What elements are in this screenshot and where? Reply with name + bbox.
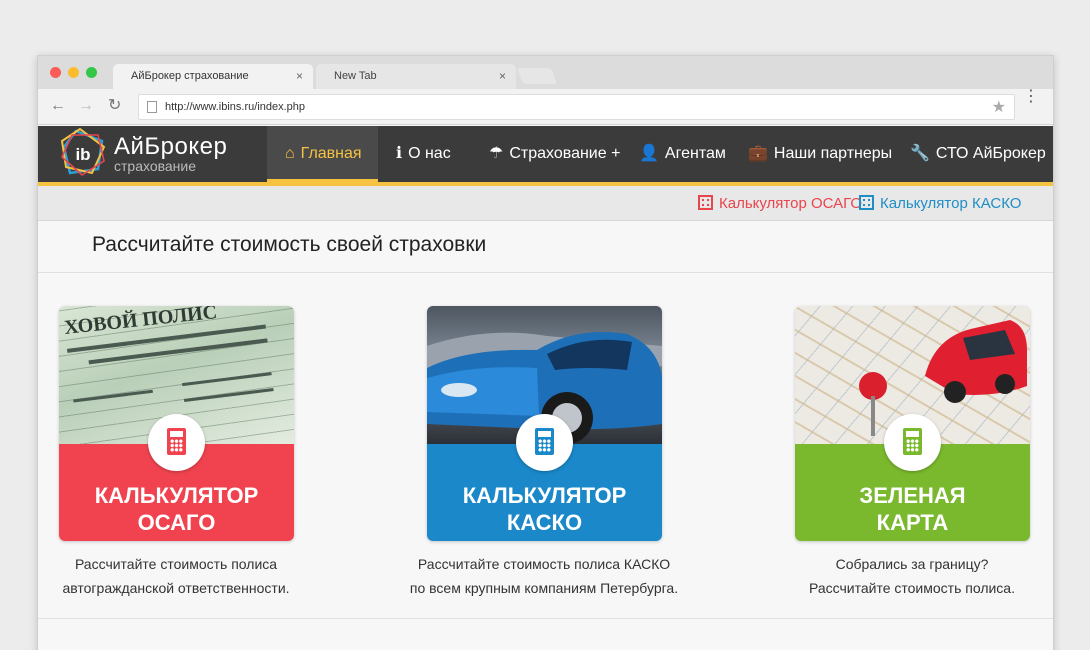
umbrella-icon: ☂: [489, 145, 504, 162]
browser-window: АйБрокер страхование × New Tab × ← → ↻ h…: [37, 55, 1054, 650]
desc-line: Собрались за границу?: [835, 556, 989, 572]
page-icon: [147, 101, 157, 113]
desc-line: Рассчитайте стоимость полиса: [74, 556, 278, 572]
brand-subtitle: страхование: [114, 158, 197, 174]
osago-description: Рассчитайте стоимость полиса автограждан…: [38, 552, 326, 600]
back-arrow-icon[interactable]: ←: [50, 97, 66, 115]
browser-toolbar: ← → ↻ http://www.ibins.ru/index.php ★ ⋮: [38, 89, 1053, 125]
desc-line: Рассчитайте стоимость полиса КАСКО: [417, 556, 671, 572]
calculator-icon: [698, 195, 713, 210]
tab-new-tab[interactable]: New Tab ×: [316, 64, 516, 89]
logo-letters: ib: [75, 145, 90, 164]
nav-partners[interactable]: 💼 Наши партнеры: [748, 126, 892, 182]
address-bar[interactable]: http://www.ibins.ru/index.php ★: [138, 94, 1015, 120]
green-card-card[interactable]: ЗЕЛЕНАЯ КАРТА: [795, 306, 1030, 541]
tab-title: АйБрокер страхование: [131, 70, 249, 82]
card-title-line2: ОСАГО: [137, 510, 216, 535]
card-title-line2: КАРТА: [876, 510, 949, 535]
forward-arrow-icon[interactable]: →: [78, 97, 94, 115]
card-title-line1: КАЛЬКУЛЯТОР: [462, 483, 627, 508]
calculator-icon: [884, 414, 941, 471]
desc-line: автогражданской ответственности.: [62, 580, 290, 596]
brand-name[interactable]: АйБрокер: [114, 133, 227, 161]
browser-menu-icon[interactable]: ⋮: [1023, 89, 1039, 105]
home-icon: ⌂: [285, 145, 295, 162]
site-header: ib АйБрокер страхование ⌂ Главная ℹО нас …: [38, 126, 1053, 182]
kasko-card[interactable]: КАЛЬКУЛЯТОР КАСКО: [427, 306, 662, 541]
green-card-description: Собрались за границу? Рассчитайте стоимо…: [762, 552, 1053, 600]
nav-agents[interactable]: 👤 Агентам: [639, 126, 726, 182]
calculator-links-bar: Калькулятор ОСАГО Калькулятор КАСКО: [38, 186, 1053, 221]
calculator-icon: [859, 195, 874, 210]
url-text[interactable]: http://www.ibins.ru/index.php: [165, 95, 305, 119]
nav-label: Страхование +: [509, 145, 621, 162]
nav-label: Главная: [300, 145, 362, 162]
desc-line: по всем крупным компаниям Петербурга.: [409, 580, 679, 596]
divider: [38, 272, 1053, 273]
page-title: Рассчитайте стоимость своей страховки: [92, 233, 487, 256]
nav-home[interactable]: ⌂ Главная: [267, 126, 378, 182]
nav-label: Агентам: [664, 145, 726, 162]
wrench-icon: 🔧: [910, 145, 930, 162]
card-title-line2: КАСКО: [506, 510, 583, 535]
card-title-line1: ЗЕЛЕНАЯ: [859, 483, 966, 508]
logo-icon[interactable]: ib: [58, 127, 108, 177]
tab-title: New Tab: [334, 70, 377, 82]
tab-aibroker[interactable]: АйБрокер страхование ×: [113, 64, 313, 89]
info-icon: ℹ: [396, 145, 403, 162]
calculator-icon: [148, 414, 205, 471]
nav-label: О нас: [408, 145, 451, 162]
close-tab-icon[interactable]: ×: [296, 64, 303, 89]
user-icon: 👤: [639, 145, 659, 162]
bookmark-star-icon[interactable]: ★: [992, 97, 1006, 117]
reload-icon[interactable]: ↻: [108, 97, 121, 115]
kasko-description: Рассчитайте стоимость полиса КАСКО по вс…: [394, 552, 694, 600]
link-label: Калькулятор КАСКО: [880, 195, 1022, 212]
nav-insurance[interactable]: ☂ Страхование +: [489, 126, 620, 182]
osago-card[interactable]: ХОВОЙ ПОЛИС КАЛЬКУЛЯТОР ОСАГО: [59, 306, 294, 541]
osago-calculator-link[interactable]: Калькулятор ОСАГО: [698, 186, 862, 221]
card-title-line1: КАЛЬКУЛЯТОР: [94, 483, 259, 508]
briefcase-icon: 💼: [748, 145, 768, 162]
calculator-icon: [516, 414, 573, 471]
nav-label: Наши партнеры: [773, 145, 893, 162]
desc-line: Рассчитайте стоимость полиса.: [808, 580, 1015, 596]
kasko-calculator-link[interactable]: Калькулятор КАСКО: [859, 186, 1021, 221]
close-tab-icon[interactable]: ×: [499, 64, 506, 89]
minimize-window-button[interactable]: [68, 67, 79, 78]
divider: [38, 618, 1053, 619]
link-label: Калькулятор ОСАГО: [719, 195, 863, 212]
nav-sto[interactable]: 🔧 СТО АйБрокер: [910, 126, 1046, 182]
tab-strip: АйБрокер страхование × New Tab ×: [38, 56, 1053, 89]
nav-about[interactable]: ℹ О нас: [396, 126, 451, 182]
menu-glyph: ⋮: [1023, 88, 1039, 105]
nav-label: СТО АйБрокер: [935, 145, 1046, 162]
close-window-button[interactable]: [50, 67, 61, 78]
maximize-window-button[interactable]: [86, 67, 97, 78]
new-tab-button[interactable]: [517, 68, 557, 84]
